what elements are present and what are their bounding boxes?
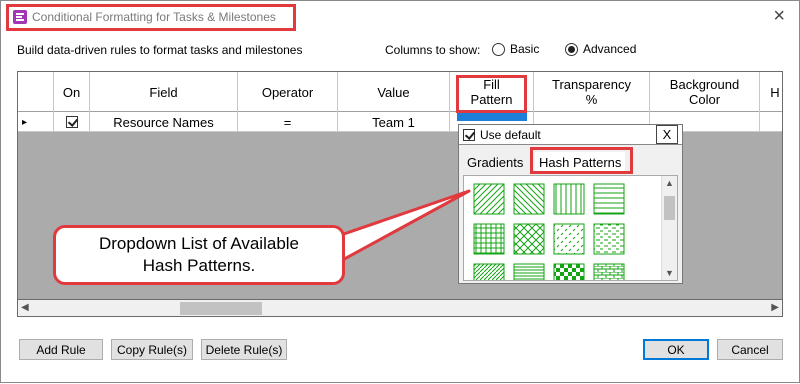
- radio-basic-label: Basic: [510, 42, 540, 56]
- header-background-color[interactable]: Background Color: [650, 72, 760, 112]
- use-default-checkbox[interactable]: [463, 129, 475, 141]
- pattern-diag-left-swatch: [513, 183, 545, 215]
- conditional-formatting-dialog: Conditional Formatting for Tasks & Miles…: [0, 0, 800, 383]
- callout-line-2: Hash Patterns.: [142, 256, 256, 275]
- header-field[interactable]: Field: [90, 72, 238, 112]
- delete-rules-button[interactable]: Delete Rule(s): [201, 339, 287, 360]
- hash-pattern-list[interactable]: ▲ ▼: [463, 175, 678, 281]
- header-transparency[interactable]: Transparency %: [534, 72, 650, 112]
- pattern-brick-swatch: [593, 263, 625, 280]
- header-value[interactable]: Value: [338, 72, 450, 112]
- horizontal-scrollbar[interactable]: ◀ ▶: [17, 299, 783, 317]
- grid-header: On Field Operator Value Fill Pattern Tra…: [18, 72, 782, 112]
- header-h-partial[interactable]: H: [760, 72, 782, 112]
- fill-pattern-selected-swatch[interactable]: [456, 112, 527, 121]
- close-window-button[interactable]: ×: [773, 6, 785, 26]
- row-value-cell[interactable]: Team 1: [338, 112, 450, 132]
- pattern-diag-cross-swatch: [513, 223, 545, 255]
- cancel-button[interactable]: Cancel: [717, 339, 783, 360]
- pattern-dash-diag-swatch: [553, 223, 585, 255]
- dropdown-close-button[interactable]: X: [656, 125, 678, 144]
- ok-button[interactable]: OK: [643, 339, 709, 360]
- scroll-left-icon[interactable]: ◀: [21, 302, 29, 313]
- row-on-checkbox[interactable]: [65, 116, 78, 128]
- use-default-bar: Use default X: [459, 125, 682, 145]
- header-operator[interactable]: Operator: [238, 72, 338, 112]
- row-on-cell[interactable]: [54, 112, 90, 132]
- pattern-list-scrollbar[interactable]: ▲ ▼: [661, 176, 677, 280]
- pattern-dash-horiz-swatch: [593, 223, 625, 255]
- pattern-swatch-grid: [473, 183, 625, 280]
- row-selector-arrow[interactable]: ▸: [18, 112, 54, 132]
- annotation-callout: Dropdown List of Available Hash Patterns…: [53, 225, 345, 285]
- add-rule-button[interactable]: Add Rule: [19, 339, 103, 360]
- pattern-dense-diag-swatch: [473, 263, 505, 280]
- title-bar: Conditional Formatting for Tasks & Miles…: [1, 1, 799, 33]
- radio-advanced-circle[interactable]: [565, 42, 578, 56]
- row-field-cell[interactable]: Resource Names: [90, 112, 238, 132]
- pattern-dense-horiz-swatch: [513, 263, 545, 280]
- hash-patterns-tab-highlight-box: [530, 147, 633, 174]
- radio-basic-circle[interactable]: [492, 42, 505, 56]
- pattern-vertical-swatch: [553, 183, 585, 215]
- pattern-diag-right-swatch: [473, 183, 505, 215]
- header-on[interactable]: On: [54, 72, 90, 112]
- row-operator-cell[interactable]: =: [238, 112, 338, 132]
- use-default-label: Use default: [480, 128, 541, 142]
- pattern-row-3: [473, 263, 625, 280]
- copy-rules-button[interactable]: Copy Rule(s): [111, 339, 193, 360]
- pattern-row-1: [473, 183, 625, 215]
- scroll-up-icon[interactable]: ▲: [665, 178, 674, 188]
- tab-gradients[interactable]: Gradients: [463, 152, 527, 172]
- pattern-grid-swatch: [473, 223, 505, 255]
- callout-line-1: Dropdown List of Available: [98, 234, 300, 253]
- scroll-down-icon[interactable]: ▼: [665, 268, 674, 278]
- dialog-description: Build data-driven rules to format tasks …: [17, 43, 303, 57]
- pattern-checker-swatch: [553, 263, 585, 280]
- radio-advanced[interactable]: Advanced: [565, 42, 636, 56]
- radio-basic[interactable]: Basic: [492, 42, 539, 56]
- pattern-row-2: [473, 223, 625, 255]
- columns-to-show-label: Columns to show:: [385, 43, 481, 57]
- pattern-list-scroll-thumb[interactable]: [664, 196, 675, 220]
- fill-pattern-highlight-box: [456, 75, 527, 113]
- scroll-right-icon[interactable]: ▶: [771, 302, 779, 313]
- pattern-horizontal-swatch: [593, 183, 625, 215]
- horizontal-scroll-thumb[interactable]: [180, 302, 262, 315]
- header-row-selector: [18, 72, 54, 112]
- title-highlight-box: [6, 4, 296, 31]
- radio-advanced-label: Advanced: [583, 42, 637, 56]
